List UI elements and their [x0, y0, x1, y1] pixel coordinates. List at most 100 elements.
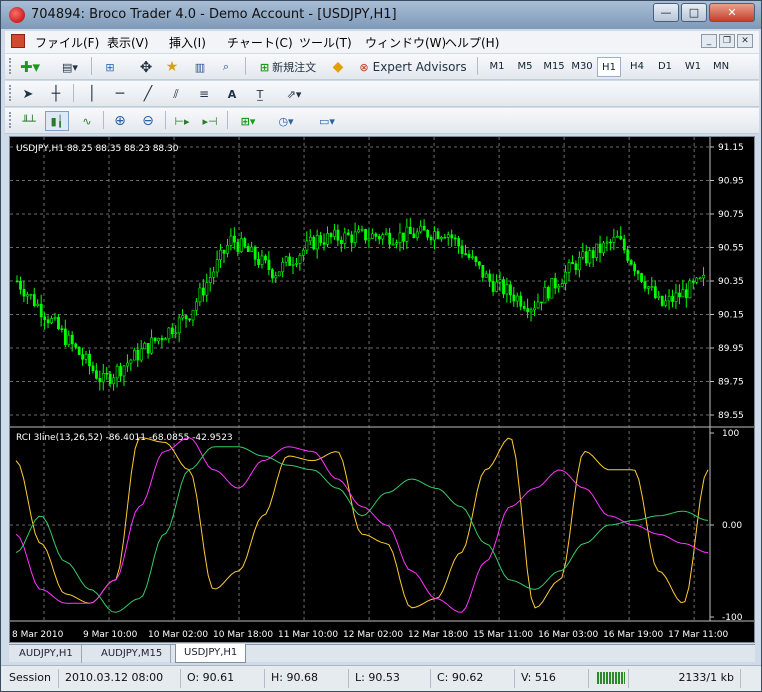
- periods-clock-icon[interactable]: ◷▾: [271, 111, 301, 131]
- toolbar-grip[interactable]: [9, 112, 12, 128]
- menu-file[interactable]: ファイル(F): [35, 34, 99, 51]
- indicators-icon[interactable]: ⊞▾: [233, 111, 263, 131]
- strategy-tester-icon[interactable]: ⌕: [215, 57, 237, 77]
- crosshair-icon[interactable]: ┼: [45, 84, 67, 104]
- candle-body: [160, 337, 164, 341]
- candle-body: [543, 287, 547, 304]
- vertical-line-icon[interactable]: │: [81, 84, 103, 104]
- candle-body: [612, 236, 616, 243]
- mdi-minimize-button[interactable]: _: [701, 34, 717, 48]
- menu-view[interactable]: 表示(V): [107, 34, 149, 51]
- candle-body: [484, 273, 488, 278]
- candle-body: [98, 378, 102, 383]
- toolbar-separator: [73, 84, 74, 102]
- crosshair-navigator-icon[interactable]: ✥: [135, 57, 157, 77]
- timeframe-mn[interactable]: MN: [709, 57, 733, 77]
- menu-chart[interactable]: チャート(C): [227, 34, 293, 51]
- favorites-star-icon[interactable]: ★: [161, 57, 183, 77]
- timeframe-m5[interactable]: M5: [513, 57, 537, 77]
- equidistant-channel-icon[interactable]: ⫽: [165, 84, 187, 104]
- toolbar-separator: [245, 57, 246, 75]
- candle-body: [636, 270, 640, 274]
- text-label-icon[interactable]: T̲: [249, 84, 271, 104]
- chart-window-icon[interactable]: [11, 34, 25, 48]
- price-tick-label: 89.75: [718, 378, 744, 388]
- new-chart-icon[interactable]: ✚▾: [17, 57, 43, 77]
- rci-long-line: [15, 446, 709, 613]
- menu-help[interactable]: ヘルプ(H): [445, 34, 499, 51]
- profiles-icon[interactable]: ▤▾: [57, 57, 83, 77]
- candlestick-chart-icon[interactable]: ▮╽: [45, 111, 69, 131]
- menu-window[interactable]: ウィンドウ(W): [365, 34, 446, 51]
- arrows-icon[interactable]: ⇗▾: [277, 84, 311, 104]
- metaeditor-icon[interactable]: ◆: [327, 57, 349, 77]
- expert-advisors-button[interactable]: ⊗ Expert Advisors: [355, 57, 471, 77]
- candle-body: [167, 327, 171, 340]
- maximize-button[interactable]: □: [681, 3, 707, 22]
- candle-body: [257, 259, 261, 265]
- timeframe-m15[interactable]: M15: [541, 57, 567, 77]
- bar-chart-icon[interactable]: ╨┴: [17, 111, 41, 131]
- tab-audjpy-h1[interactable]: AUDJPY,H1: [11, 645, 82, 663]
- connection-bars-icon: [593, 669, 629, 688]
- candle-body: [429, 236, 433, 241]
- menu-bar: ファイル(F) 表示(V) 挿入(I) チャート(C) ツール(T) ウィンドウ…: [5, 31, 759, 53]
- status-volume: V: 516: [517, 669, 589, 688]
- terminal-icon[interactable]: ▥: [189, 57, 211, 77]
- candle-body: [550, 278, 554, 299]
- text-tool-icon[interactable]: A: [221, 84, 243, 104]
- toolbar-separator: [227, 111, 228, 129]
- candle-body: [277, 271, 281, 277]
- timeframe-h4[interactable]: H4: [625, 57, 649, 77]
- toolbar-grip[interactable]: [9, 58, 12, 74]
- chart-canvas[interactable]: 8 Mar 2010 9 Mar 10:00 10 Mar 02:00 10 Mar …: [10, 137, 754, 642]
- timeframe-d1[interactable]: D1: [653, 57, 677, 77]
- candle-body: [84, 353, 88, 360]
- price-tick-label: 89.55: [718, 411, 744, 421]
- chart-window[interactable]: 8 Mar 2010 9 Mar 10:00 10 Mar 02:00 10 Mar …: [9, 136, 755, 643]
- line-chart-icon[interactable]: ∿: [75, 111, 99, 131]
- tab-usdjpy-h1[interactable]: USDJPY,H1: [175, 644, 247, 663]
- candle-body: [126, 362, 129, 367]
- timeframe-w1[interactable]: W1: [681, 57, 705, 77]
- zoom-in-icon[interactable]: ⊕: [109, 111, 131, 131]
- candle-body: [581, 251, 585, 258]
- candle-body: [319, 235, 323, 243]
- cursor-icon[interactable]: ➤: [17, 84, 39, 104]
- minimize-button[interactable]: —: [653, 3, 679, 22]
- tab-audjpy-m15[interactable]: AUDJPY,M15: [93, 645, 172, 663]
- candle-body: [698, 277, 702, 280]
- x-tick-label: 12 Mar 02:00: [343, 630, 403, 640]
- candle-body: [198, 287, 202, 303]
- mdi-close-button[interactable]: ✕: [737, 34, 753, 48]
- candle-body: [191, 309, 195, 321]
- candle-body: [253, 246, 257, 260]
- candle-body: [233, 235, 236, 243]
- timeframe-m1[interactable]: M1: [485, 57, 509, 77]
- mdi-restore-button[interactable]: ❐: [719, 34, 735, 48]
- timeframe-h1[interactable]: H1: [597, 57, 621, 77]
- candle-body: [205, 282, 209, 296]
- toolbar-grip[interactable]: [9, 85, 12, 101]
- templates-icon[interactable]: ▭▾: [309, 111, 345, 131]
- chart-shift-icon[interactable]: ▸⊣: [199, 111, 221, 131]
- candle-body: [533, 307, 537, 311]
- candle-body: [367, 238, 371, 241]
- menu-tools[interactable]: ツール(T): [299, 34, 352, 51]
- candle-body: [657, 295, 661, 298]
- candle-body: [377, 236, 381, 240]
- title-bar[interactable]: 704894: Broco Trader 4.0 - Demo Account …: [1, 1, 761, 29]
- fibonacci-icon[interactable]: ≡: [193, 84, 215, 104]
- trendline-icon[interactable]: ╱: [137, 84, 159, 104]
- market-watch-icon[interactable]: ⊞: [99, 57, 121, 77]
- candle-body: [315, 235, 319, 250]
- zoom-out-icon[interactable]: ⊖: [137, 111, 159, 131]
- candle-body: [505, 284, 509, 295]
- menu-insert[interactable]: 挿入(I): [169, 34, 206, 51]
- new-order-button[interactable]: ⊞ 新規注文: [251, 57, 325, 77]
- candle-body: [22, 289, 26, 297]
- close-button[interactable]: ✕: [709, 3, 755, 22]
- auto-scroll-icon[interactable]: ⊢▸: [171, 111, 193, 131]
- horizontal-line-icon[interactable]: ─: [109, 84, 131, 104]
- timeframe-m30[interactable]: M30: [569, 57, 595, 77]
